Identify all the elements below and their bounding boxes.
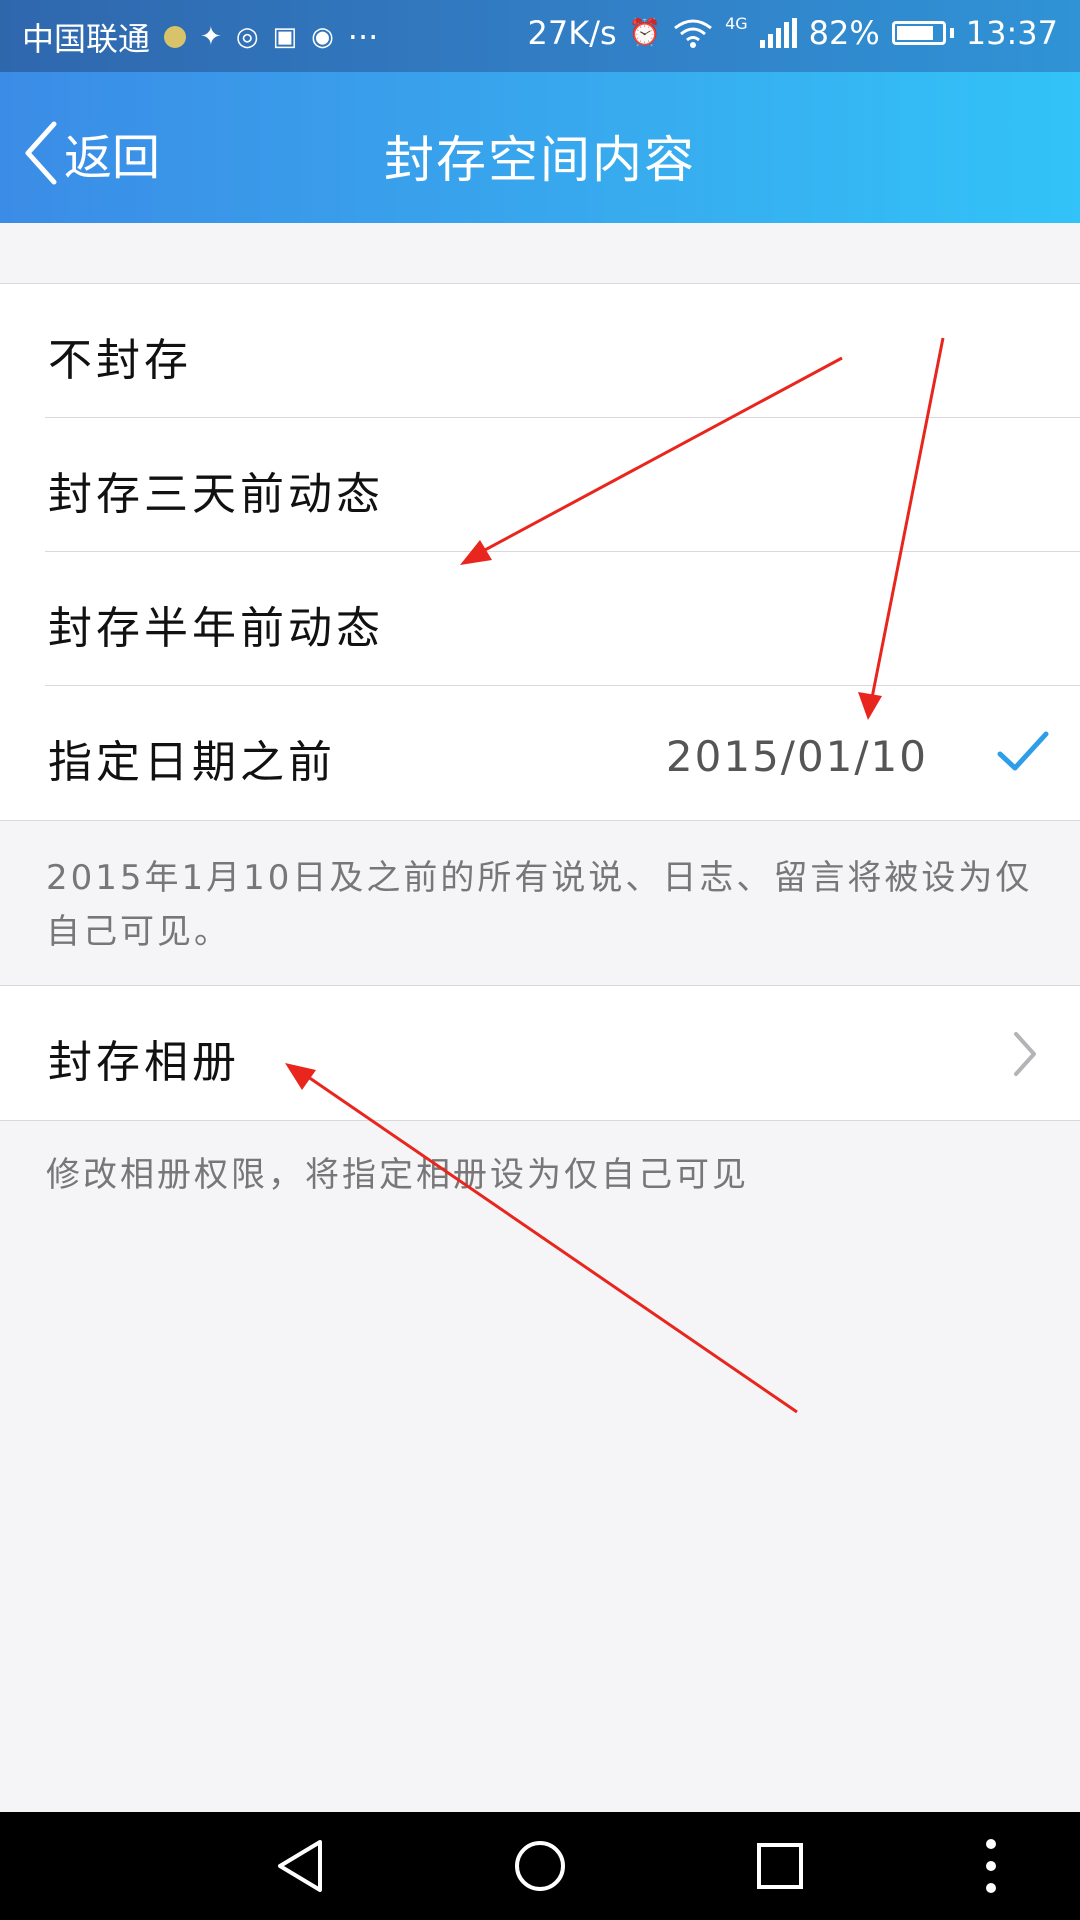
option-before-date[interactable]: 指定日期之前 2015/01/10 xyxy=(0,685,1080,820)
selected-date[interactable]: 2015/01/10 xyxy=(666,732,928,781)
notification-dot-icon xyxy=(164,26,187,48)
nav-menu-icon[interactable] xyxy=(978,1836,1004,1896)
option-label: 封存三天前动态 xyxy=(48,469,384,520)
page-title: 封存空间内容 xyxy=(384,131,696,189)
signal-icon xyxy=(759,18,797,48)
battery-tip xyxy=(949,28,954,38)
notification-app-icon: ✦ xyxy=(200,22,222,52)
album-group: 封存相册 xyxy=(0,985,1080,1121)
battery-percent: 82% xyxy=(808,14,880,52)
check-icon xyxy=(997,731,1049,771)
network-speed: 27K/s xyxy=(527,14,617,52)
archive-album-row[interactable]: 封存相册 xyxy=(0,986,1080,1120)
nav-home-icon[interactable] xyxy=(512,1836,568,1896)
more-notifications: ··· xyxy=(347,18,379,56)
album-label: 封存相册 xyxy=(48,1037,240,1088)
carrier-label: 中国联通 xyxy=(22,20,151,58)
option-label: 封存半年前动态 xyxy=(48,603,384,654)
notification-qq-icon: ◎ xyxy=(235,22,259,52)
option-label: 指定日期之前 xyxy=(48,737,336,788)
option-label: 不封存 xyxy=(48,335,192,386)
network-type: 4G xyxy=(725,14,748,33)
system-navigation-bar xyxy=(0,1812,1080,1920)
status-bar: 中国联通 ✦ ◎ ▣ ◉ ··· 27K/s ⏰ 4G 82% 13:37 xyxy=(0,0,1080,72)
album-note: 修改相册权限，将指定相册设为仅自己可见 xyxy=(46,1155,749,1195)
option-archive-half-year[interactable]: 封存半年前动态 xyxy=(0,551,1080,686)
alarm-icon: ⏰ xyxy=(628,18,662,48)
option-no-archive[interactable]: 不封存 xyxy=(0,284,1080,418)
nav-back-icon[interactable] xyxy=(272,1836,328,1896)
archive-options-list: 不封存 封存三天前动态 封存半年前动态 指定日期之前 2015/01/10 xyxy=(0,283,1080,821)
nav-recents-icon[interactable] xyxy=(752,1836,808,1896)
battery-icon xyxy=(891,21,946,45)
chevron-right-icon xyxy=(1014,1032,1036,1076)
options-note: 2015年1月10日及之前的所有说说、日志、留言将被设为仅自己可见。 xyxy=(46,858,1033,952)
clock: 13:37 xyxy=(965,14,1058,52)
notification-chat-icon: ◉ xyxy=(311,22,334,52)
option-archive-three-days[interactable]: 封存三天前动态 xyxy=(0,417,1080,552)
wifi-icon xyxy=(674,19,712,48)
notification-news-icon: ▣ xyxy=(272,22,298,52)
